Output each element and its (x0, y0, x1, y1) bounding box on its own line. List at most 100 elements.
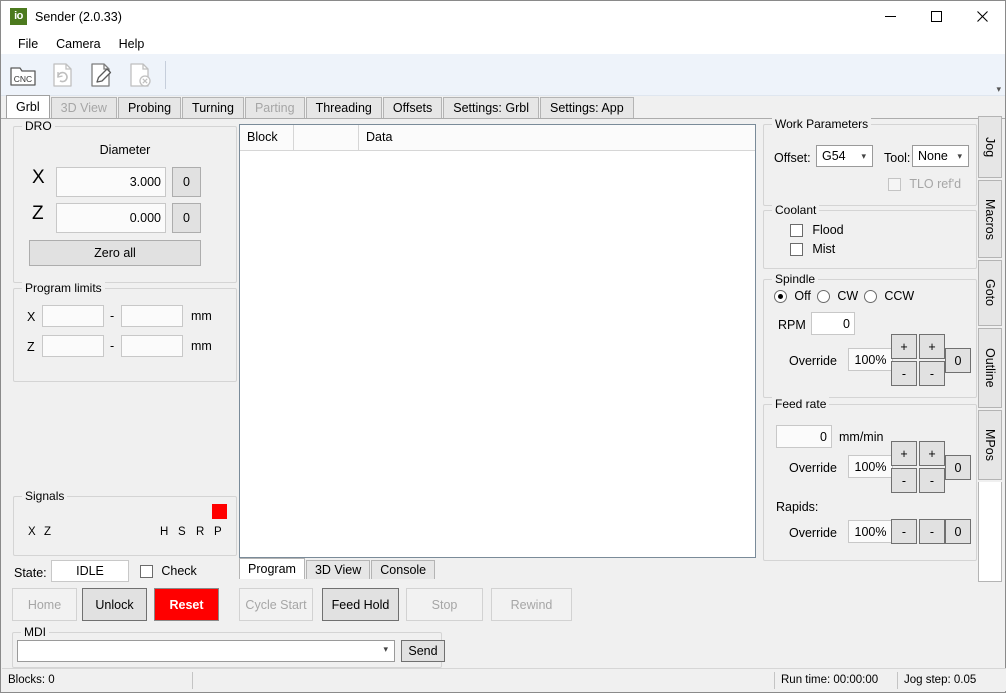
reset-button[interactable]: Reset (154, 588, 219, 621)
spindle-override-plus-fine[interactable]: + (919, 334, 945, 359)
edit-file-button[interactable] (84, 58, 118, 92)
spindle-ccw-radio[interactable] (864, 290, 877, 304)
program-grid-body[interactable] (240, 151, 755, 556)
status-bar: Blocks: 0 Run time: 00:00:00 Jog step: 0… (2, 668, 1006, 691)
tool-value: None (918, 149, 948, 163)
spindle-override-label: Override (789, 354, 837, 368)
spindle-override-minus-coarse[interactable]: - (891, 361, 917, 386)
spindle-override-plus-coarse[interactable]: + (891, 334, 917, 359)
offset-select[interactable]: G54 ▾ (816, 145, 873, 167)
feed-hold-button[interactable]: Feed Hold (322, 588, 399, 621)
tool-select[interactable]: None ▾ (912, 145, 969, 167)
feed-override-plus-coarse[interactable]: + (891, 441, 917, 466)
chevron-down-icon[interactable]: ▾ (383, 644, 388, 655)
tab-settings-grbl[interactable]: Settings: Grbl (443, 97, 539, 118)
open-cnc-file-button[interactable]: CNC (6, 58, 40, 92)
toolbar-separator (165, 60, 166, 89)
coolant-flood-label: Flood (812, 223, 844, 237)
limits-x-unit: mm (191, 309, 212, 323)
tab-turning[interactable]: Turning (182, 97, 244, 118)
limits-x-min-input[interactable] (42, 305, 104, 327)
rapids-override-reset[interactable]: 0 (945, 519, 971, 544)
close-file-button[interactable] (123, 58, 157, 92)
grid-column-block[interactable]: Block (240, 125, 294, 150)
menu-file[interactable]: File (10, 35, 46, 53)
unlock-button[interactable]: Unlock (82, 588, 147, 621)
dro-axis-z-label: Z (32, 203, 44, 224)
mdi-panel: MDI ▾ Send (12, 625, 445, 668)
spindle-override-reset[interactable]: 0 (945, 348, 971, 373)
side-tab-macros[interactable]: Macros (978, 180, 1002, 258)
spindle-rpm-input[interactable] (811, 312, 855, 335)
spindle-off-radio[interactable] (774, 290, 787, 304)
coolant-flood-checkbox[interactable] (790, 224, 803, 238)
grid-column-blank[interactable] (294, 125, 359, 150)
spindle-override-minus-fine[interactable]: - (919, 361, 945, 386)
feed-override-label: Override (789, 461, 837, 475)
rapids-override-label: Override (789, 526, 837, 540)
tab-offsets[interactable]: Offsets (382, 97, 443, 118)
rapids-override-minus-coarse[interactable]: - (891, 519, 917, 544)
feed-override-plus-fine[interactable]: + (919, 441, 945, 466)
spindle-mode-off[interactable]: Off (774, 289, 811, 304)
check-mode-checkbox[interactable] (140, 565, 153, 579)
grid-column-data[interactable]: Data (359, 125, 755, 150)
limits-x-max-input[interactable] (121, 305, 183, 327)
bottom-tab-console[interactable]: Console (371, 560, 436, 579)
side-tab-macros-label: Macros (983, 198, 997, 240)
home-button: Home (12, 588, 77, 621)
bottom-tab-program[interactable]: Program (239, 558, 305, 579)
feed-override-minus-fine[interactable]: - (919, 468, 945, 493)
toolbar: CNC ▾ (1, 54, 1005, 96)
reload-file-button[interactable] (45, 58, 79, 92)
limits-z-max-input[interactable] (121, 335, 183, 357)
feed-override-minus-coarse[interactable]: - (891, 468, 917, 493)
window-title: Sender (2.0.33) (35, 9, 122, 24)
rapids-label: Rapids: (776, 500, 819, 514)
coolant-flood-toggle[interactable]: Flood (790, 223, 844, 238)
feed-rate-value (776, 425, 832, 448)
chevron-down-icon: ▾ (861, 150, 866, 161)
side-tab-goto[interactable]: Goto (978, 260, 1002, 326)
side-tab-outline-label: Outline (983, 348, 997, 388)
menu-camera[interactable]: Camera (48, 35, 108, 53)
mdi-input[interactable]: ▾ (17, 640, 395, 662)
check-mode-toggle[interactable]: Check (140, 564, 197, 579)
feed-rate-title: Feed rate (772, 397, 830, 411)
side-tab-outline[interactable]: Outline (978, 328, 1002, 408)
rapids-override-minus-fine[interactable]: - (919, 519, 945, 544)
toolbar-overflow-icon[interactable]: ▾ (996, 85, 1001, 94)
tab-probing[interactable]: Probing (117, 97, 182, 118)
spindle-cw-label: CW (837, 289, 859, 303)
rewind-button: Rewind (491, 588, 572, 621)
dro-zero-z-button[interactable]: 0 (172, 203, 201, 233)
feed-override-reset[interactable]: 0 (945, 455, 971, 480)
spindle-cw-radio[interactable] (817, 290, 830, 304)
rapids-override-value (848, 520, 893, 543)
dro-axis-x-value[interactable] (56, 167, 166, 197)
side-tab-mpos[interactable]: MPos (978, 410, 1002, 480)
coolant-mist-toggle[interactable]: Mist (790, 242, 835, 257)
tab-grbl[interactable]: Grbl (6, 95, 50, 118)
bottom-tab-3d-view[interactable]: 3D View (305, 560, 371, 579)
mdi-send-button[interactable]: Send (401, 640, 445, 662)
signal-x-label: X (28, 526, 36, 538)
limits-z-min-input[interactable] (42, 335, 104, 357)
tab-3d-view: 3D View (50, 97, 117, 118)
spindle-mode-cw[interactable]: CW (817, 289, 859, 304)
dro-panel: DRO Diameter X 0 Z 0 Zero all (13, 119, 237, 283)
tab-threading[interactable]: Threading (305, 97, 382, 118)
close-button[interactable] (959, 1, 1005, 32)
dro-axis-z-value[interactable] (56, 203, 166, 233)
tab-settings-app[interactable]: Settings: App (539, 97, 634, 118)
dro-zero-x-button[interactable]: 0 (172, 167, 201, 197)
menu-help[interactable]: Help (111, 35, 153, 53)
coolant-mist-checkbox[interactable] (790, 243, 803, 257)
spindle-mode-ccw[interactable]: CCW (864, 289, 914, 304)
dro-zero-all-button[interactable]: Zero all (29, 240, 201, 266)
maximize-button[interactable] (913, 1, 959, 32)
program-grid[interactable]: Block Data (239, 124, 756, 558)
side-tab-jog[interactable]: Jog (978, 116, 1002, 178)
feed-override-value (848, 455, 893, 478)
minimize-button[interactable] (867, 1, 913, 32)
